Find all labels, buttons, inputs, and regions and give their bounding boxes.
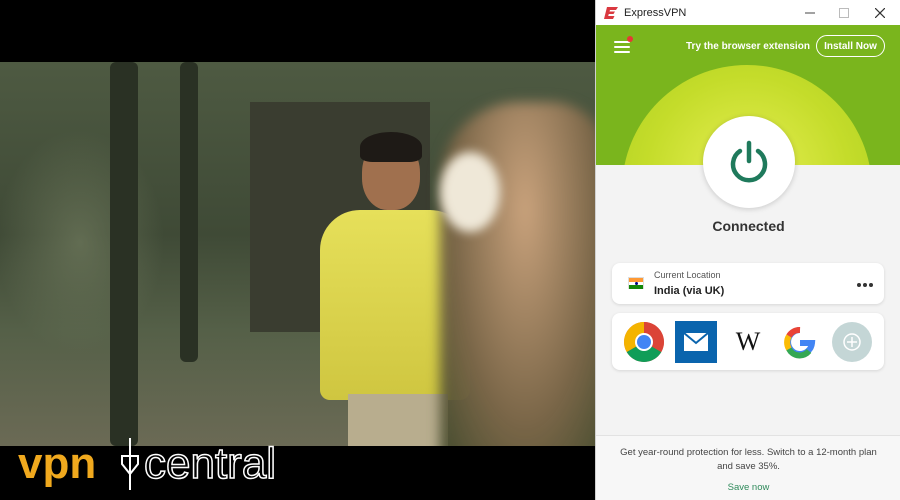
close-icon: [875, 7, 885, 18]
background-tree: [110, 62, 138, 446]
add-shortcut-icon: [832, 322, 872, 362]
install-now-button[interactable]: Install Now: [816, 35, 885, 57]
more-options-button[interactable]: [856, 275, 874, 291]
wikipedia-shortcut[interactable]: W: [727, 321, 769, 363]
google-icon: [784, 327, 816, 359]
vpncentral-logo: vpn central: [18, 438, 277, 490]
expressvpn-logo-icon: [604, 6, 618, 19]
location-value: India (via UK): [654, 285, 725, 297]
save-now-link[interactable]: Save now: [596, 482, 900, 493]
minimize-icon: [805, 12, 815, 13]
wikipedia-icon: W: [735, 327, 761, 356]
chrome-shortcut[interactable]: [623, 321, 665, 363]
location-label: Current Location: [654, 270, 721, 280]
google-shortcut[interactable]: [779, 321, 821, 363]
notification-dot: [627, 36, 633, 42]
india-flag-icon: [628, 277, 644, 289]
power-icon: [730, 140, 768, 183]
window-title: ExpressVPN: [624, 6, 687, 19]
maximize-icon: [839, 7, 849, 18]
blurred-hair-flowers: [440, 152, 500, 232]
watermark-central: central: [144, 439, 276, 488]
hamburger-menu-icon: [614, 51, 630, 53]
maximize-button[interactable]: [826, 0, 862, 25]
close-button[interactable]: [862, 0, 898, 25]
pants: [348, 394, 448, 446]
chrome-icon: [624, 322, 664, 362]
power-button[interactable]: [703, 116, 795, 208]
hamburger-menu-icon: [614, 46, 630, 48]
current-location-card[interactable]: Current Location India (via UK): [612, 263, 884, 304]
hamburger-menu-button[interactable]: [614, 36, 633, 53]
more-dots-icon: [857, 283, 873, 287]
promo-text: Get year-round protection for less. Swit…: [620, 447, 877, 472]
vpncentral-watermark: vpn central: [18, 434, 328, 490]
video-frame[interactable]: [0, 62, 595, 446]
promo-footer: Get year-round protection for less. Swit…: [596, 435, 900, 500]
hair: [360, 132, 422, 162]
connection-status: Connected: [712, 218, 785, 234]
shortcuts-bar: W: [612, 313, 884, 370]
mail-icon: [675, 321, 717, 363]
mail-shortcut[interactable]: [675, 321, 717, 363]
background-tree: [180, 62, 198, 362]
add-shortcut-button[interactable]: [831, 321, 873, 363]
screen: vpn central ExpressVPN Try the browser e…: [0, 0, 900, 500]
minimize-button[interactable]: [792, 0, 828, 25]
extension-promo-text: Try the browser extension: [686, 41, 810, 52]
watermark-vpn: vpn: [18, 439, 96, 488]
video-player[interactable]: vpn central: [0, 0, 595, 500]
title-bar[interactable]: ExpressVPN: [596, 0, 900, 25]
expressvpn-window: ExpressVPN Try the browser extension Ins…: [595, 0, 900, 500]
